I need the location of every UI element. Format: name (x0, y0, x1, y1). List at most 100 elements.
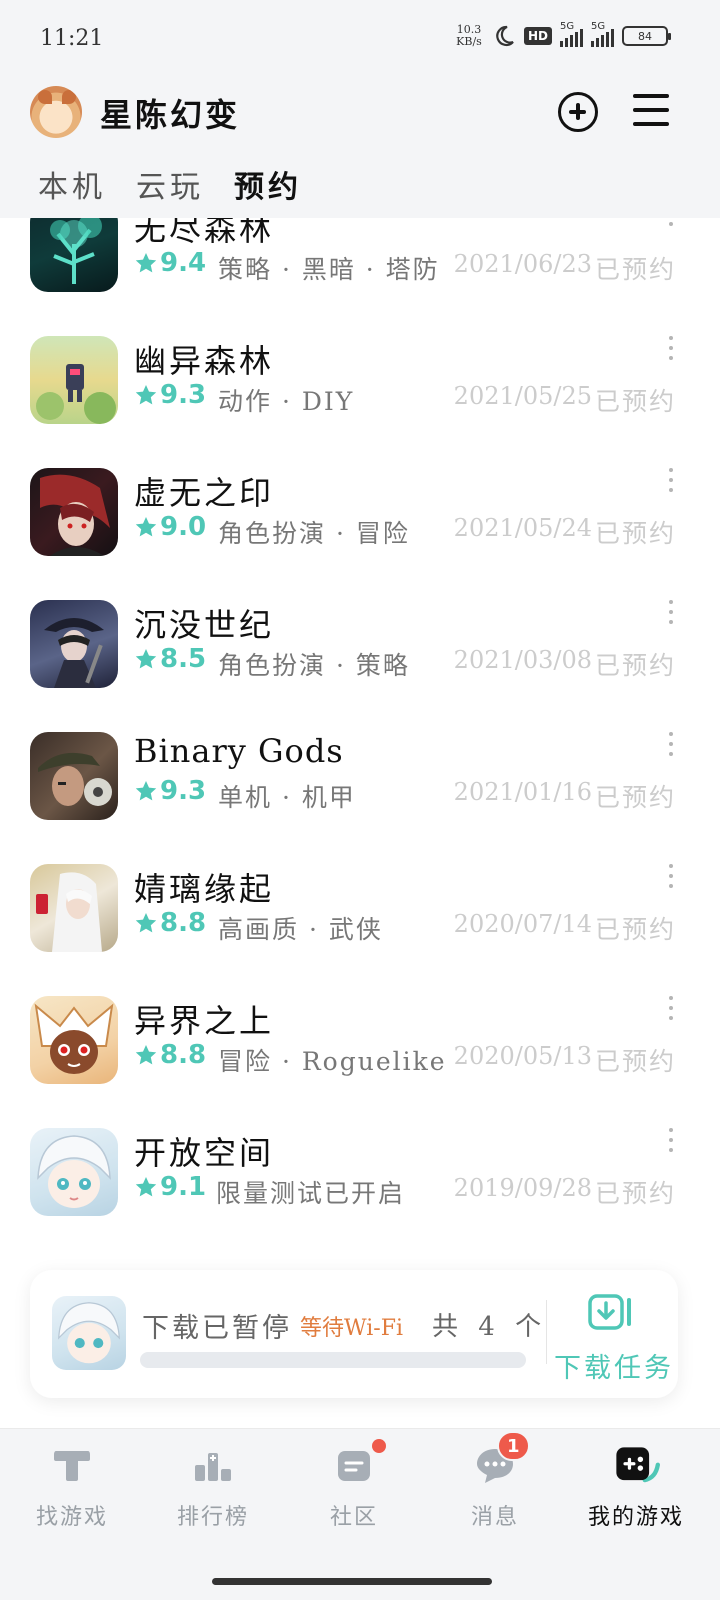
game-icon[interactable] (30, 1128, 118, 1216)
nav-label: 消息 (470, 1505, 519, 1530)
game-tags: 策略 · 黑暗 · 塔防 (218, 255, 440, 284)
more-options-icon[interactable] (668, 218, 674, 226)
status-icons: 10.3 KB/s HD 5G 5G 84 (454, 21, 671, 48)
nav-label: 排行榜 (176, 1505, 249, 1530)
game-icon[interactable] (30, 996, 118, 1084)
release-date: 2020/07/14 (453, 910, 592, 938)
page-title: 星陈幻变 (100, 96, 241, 134)
game-icon[interactable] (30, 468, 118, 556)
rating-value: 9.3 (160, 380, 207, 410)
list-item[interactable]: 婧璃缘起 8.8 高画质 · 武侠 2020/07/14 已预约 (0, 864, 720, 996)
nav-community[interactable]: 社区 (282, 1439, 426, 1549)
list-item[interactable]: 无尽森林 9.4 策略 · 黑暗 · 塔防 2021/06/23 已预约 (0, 218, 720, 336)
game-icon[interactable] (30, 864, 118, 952)
tab-cloud[interactable]: 云玩 (136, 162, 204, 206)
signal-label: 5G (560, 21, 575, 32)
more-options-icon[interactable] (668, 732, 674, 756)
more-options-icon[interactable] (668, 996, 674, 1020)
tab-label: 云玩 (136, 170, 204, 205)
download-status-text: 下载已暂停 (142, 1313, 292, 1344)
net-speed: 10.3 KB/s (454, 24, 484, 48)
net-speed-unit: KB/s (456, 35, 482, 48)
menu-icon[interactable] (633, 94, 669, 126)
game-name: 沉没世纪 (134, 606, 275, 644)
game-rating: 9.3 (134, 776, 206, 806)
nav-my-games[interactable]: 我的游戏 (564, 1439, 708, 1549)
reserved-status: 已预约 (594, 1047, 676, 1076)
user-avatar[interactable] (30, 86, 82, 138)
list-item[interactable]: Binary Gods 9.3 单机 · 机甲 2021/01/16 已预约 (0, 732, 720, 864)
download-game-icon (52, 1296, 126, 1370)
battery-icon: 84 (622, 26, 671, 46)
more-options-icon[interactable] (668, 336, 674, 360)
rating-value: 8.8 (160, 1040, 207, 1070)
game-tags: 冒险 · Roguelike (218, 1047, 447, 1076)
game-name: 无尽森林 (134, 218, 275, 248)
release-date: 2021/01/16 (453, 778, 592, 806)
game-tags: 角色扮演 · 冒险 (218, 519, 410, 548)
game-tags: 单机 · 机甲 (218, 783, 356, 812)
star-icon (135, 385, 157, 405)
game-rating: 8.8 (134, 1040, 206, 1070)
reserved-status: 已预约 (594, 519, 676, 548)
reserved-status: 已预约 (594, 651, 676, 680)
game-icon[interactable] (30, 218, 118, 292)
nav-label: 找游戏 (35, 1505, 108, 1530)
download-status-card[interactable]: 下载已暂停 等待Wi-Fi 共 4 个 下载任务 (30, 1270, 678, 1398)
home-indicator[interactable] (212, 1578, 492, 1585)
notification-dot (372, 1439, 386, 1453)
download-task-icon[interactable] (586, 1292, 636, 1332)
rating-value: 8.5 (160, 644, 207, 674)
game-rating: 9.3 (134, 380, 206, 410)
more-options-icon[interactable] (668, 600, 674, 624)
status-bar: 11:21 10.3 KB/s HD 5G 5G 84 (0, 0, 720, 80)
nav-messages[interactable]: 1 消息 (423, 1431, 567, 1549)
reserved-status: 已预约 (594, 915, 676, 944)
nav-find-game[interactable]: 找游戏 (0, 1439, 144, 1549)
more-options-icon[interactable] (668, 864, 674, 888)
game-name: 婧璃缘起 (134, 870, 275, 908)
list-item[interactable]: 虚无之印 9.0 角色扮演 · 冒险 2021/05/24 已预约 (0, 468, 720, 600)
list-item[interactable]: 幽异森林 9.3 动作 · DIY 2021/05/25 已预约 (0, 336, 720, 468)
nav-ranking[interactable]: 排行榜 (141, 1439, 285, 1549)
release-date: 2021/06/23 (453, 250, 592, 278)
game-name: 虚无之印 (134, 474, 275, 512)
reserved-status: 已预约 (594, 255, 676, 284)
reservation-list[interactable]: 无尽森林 9.4 策略 · 黑暗 · 塔防 2021/06/23 已预约 幽异森… (0, 218, 720, 1258)
game-tags: 动作 · DIY (218, 387, 355, 416)
game-icon[interactable] (30, 732, 118, 820)
release-date: 2021/05/25 (453, 382, 592, 410)
star-icon (135, 649, 157, 669)
game-rating: 9.0 (134, 512, 206, 542)
game-name: 异界之上 (134, 1002, 275, 1040)
download-count: 共 4 个 (432, 1312, 548, 1342)
rating-value: 8.8 (160, 908, 207, 938)
game-icon[interactable] (30, 336, 118, 424)
rating-value: 9.4 (160, 248, 207, 278)
star-icon (135, 913, 157, 933)
game-tags: 角色扮演 · 策略 (218, 651, 410, 680)
nav-label: 我的游戏 (587, 1505, 684, 1530)
more-options-icon[interactable] (668, 1128, 674, 1152)
release-date: 2021/05/24 (453, 514, 592, 542)
release-date: 2019/09/28 (453, 1174, 592, 1202)
rating-value: 9.3 (160, 776, 207, 806)
list-item[interactable]: 开放空间 9.1 限量测试已开启 2019/09/28 已预约 (0, 1128, 720, 1258)
game-rating: 9.4 (134, 248, 206, 278)
gamepad-icon (616, 1447, 660, 1483)
download-task-label[interactable]: 下载任务 (554, 1346, 674, 1385)
list-item[interactable]: 沉没世纪 8.5 角色扮演 · 策略 2021/03/08 已预约 (0, 600, 720, 732)
reserved-status: 已预约 (594, 783, 676, 812)
game-tags: 高画质 · 武侠 (218, 915, 383, 944)
signal-label: 5G (591, 21, 606, 32)
download-progress-bar (140, 1352, 526, 1368)
tab-local[interactable]: 本机 (38, 162, 106, 206)
game-name: 幽异森林 (134, 342, 275, 380)
list-item[interactable]: 异界之上 8.8 冒险 · Roguelike 2020/05/13 已预约 (0, 996, 720, 1128)
add-button[interactable] (558, 92, 598, 132)
ranking-icon (195, 1453, 231, 1481)
tab-reservations[interactable]: 预约 (234, 162, 302, 210)
more-options-icon[interactable] (668, 468, 674, 492)
game-icon[interactable] (30, 600, 118, 688)
release-date: 2020/05/13 (453, 1042, 592, 1070)
